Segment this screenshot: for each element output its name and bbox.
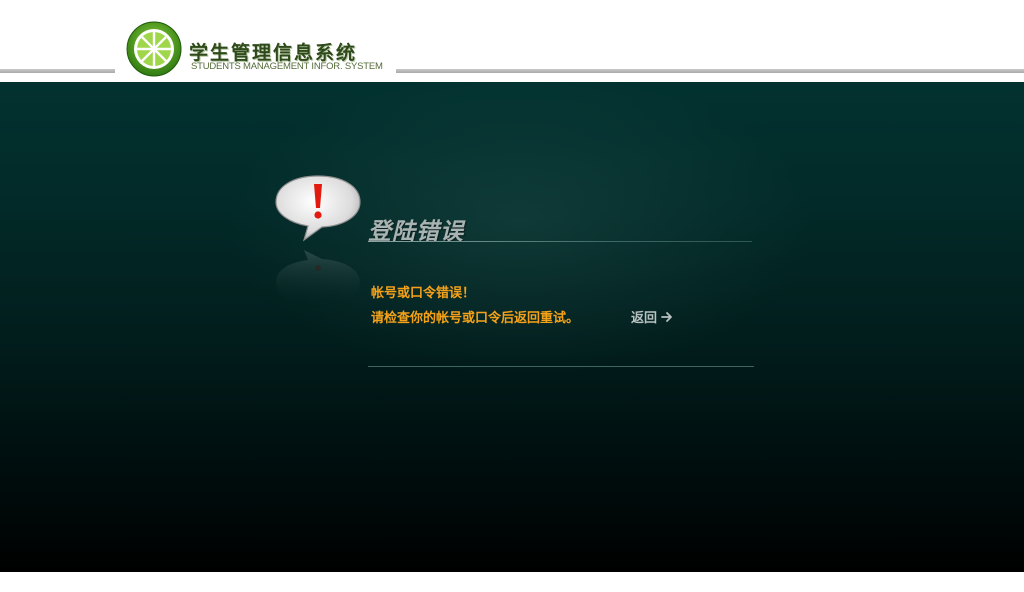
footer-strip (0, 572, 1024, 592)
app-subtitle: STUDENTS MANAGEMENT INFOR. SYSTEM (191, 61, 383, 72)
header-rule-left (0, 69, 115, 73)
back-link[interactable]: 返回 (631, 307, 673, 326)
lime-slice-icon (126, 21, 182, 77)
bubble-reflection (276, 250, 360, 308)
error-panel: 登陆错误 帐号或口令错误！ 请检查你的帐号或口令后返回重试。 返回 (0, 82, 1024, 572)
divider-bottom (368, 366, 754, 367)
exclamation-speech-bubble-icon (275, 175, 361, 242)
logo-block: 学生管理信息系统 STUDENTS MANAGEMENT INFOR. SYST… (115, 12, 396, 80)
divider-top (368, 241, 752, 242)
arrow-right-icon (661, 311, 672, 322)
error-hint: 请检查你的帐号或口令后返回重试。 (371, 311, 580, 326)
back-link-label: 返回 (631, 311, 658, 326)
error-message: 帐号或口令错误！ (371, 286, 476, 301)
header: 学生管理信息系统 STUDENTS MANAGEMENT INFOR. SYST… (0, 0, 1024, 82)
header-rule-right (396, 69, 1024, 73)
